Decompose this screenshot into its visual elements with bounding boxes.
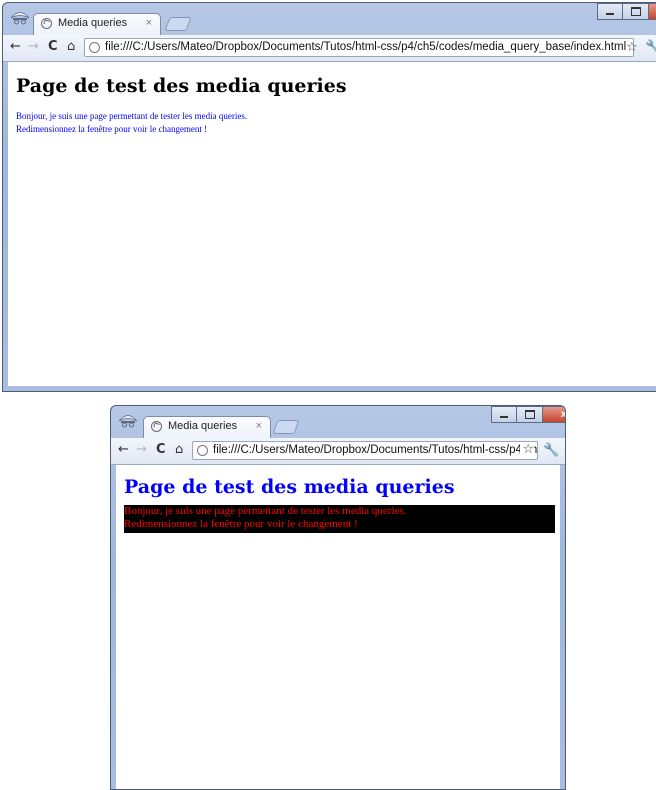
address-bar[interactable]: file:///C:/Users/Mateo/Dropbox/Documents… [84, 38, 634, 57]
paragraph-line: Redimensionnez la fenêtre pour voir le c… [124, 518, 358, 530]
home-icon[interactable]: ⌂ [175, 443, 183, 457]
back-arrow-icon[interactable]: ← [10, 40, 21, 54]
page-favicon-icon [41, 18, 52, 29]
forward-arrow-icon[interactable]: → [28, 40, 39, 54]
forward-arrow-icon[interactable]: → [136, 443, 147, 457]
maximize-button[interactable] [623, 3, 649, 20]
browser-toolbar: ← → C ⌂ file:///C:/Users/Mateo/Dropbox/D… [111, 438, 565, 465]
paragraph-line: Bonjour, je suis une page permettant de … [16, 111, 248, 121]
minimize-icon [500, 416, 508, 418]
new-tab-button[interactable] [272, 420, 300, 434]
incognito-icon [10, 12, 30, 25]
page-favicon-icon [151, 421, 162, 432]
window-controls: x [491, 406, 565, 423]
tab-media-queries[interactable]: Media queries × [143, 416, 271, 438]
tab-title: Media queries [168, 420, 238, 432]
title-bar[interactable]: Media queries × x [111, 406, 565, 438]
reload-icon[interactable]: C [156, 443, 166, 457]
browser-window-large: Media queries × x ← → C ⌂ file:///C:/Use… [2, 2, 656, 392]
close-button[interactable]: x [543, 406, 565, 423]
page-icon [89, 42, 100, 53]
page-heading: Page de test des media queries [124, 476, 455, 498]
new-tab-button[interactable] [164, 17, 192, 31]
page-viewport: Page de test des media queries Bonjour, … [116, 465, 560, 789]
page-paragraph: Bonjour, je suis une page permettant de … [16, 110, 247, 136]
address-bar[interactable]: file:///C:/Users/Mateo/Dropbox/Documents… [192, 441, 538, 460]
maximize-icon [630, 7, 641, 16]
title-bar[interactable]: Media queries × x [3, 3, 656, 35]
maximize-icon [524, 410, 535, 419]
wrench-icon[interactable]: 🔧 [645, 41, 656, 55]
bookmark-star-icon[interactable]: ☆ [626, 41, 638, 55]
incognito-icon [118, 415, 138, 428]
reload-icon[interactable]: C [48, 40, 58, 54]
minimize-button[interactable] [491, 406, 517, 423]
tab-close-icon[interactable]: × [256, 420, 262, 432]
tab-media-queries[interactable]: Media queries × [33, 13, 161, 35]
page-paragraph: Bonjour, je suis une page permettant de … [124, 505, 555, 533]
page-heading: Page de test des media queries [16, 75, 347, 97]
maximize-button[interactable] [517, 406, 543, 423]
browser-window-small: Media queries × x ← → C ⌂ file:///C:/Use… [110, 405, 566, 790]
window-controls: x [597, 3, 656, 20]
bookmark-star-icon[interactable]: ☆ [520, 442, 534, 457]
tab-close-icon[interactable]: × [146, 17, 152, 29]
paragraph-line: Bonjour, je suis une page permettant de … [124, 505, 407, 517]
minimize-button[interactable] [597, 3, 623, 20]
minimize-icon [606, 13, 614, 15]
page-viewport: Page de test des media queries Bonjour, … [8, 62, 656, 386]
paragraph-line: Redimensionnez la fenêtre pour voir le c… [16, 124, 208, 134]
tab-title: Media queries [58, 17, 128, 29]
home-icon[interactable]: ⌂ [67, 40, 75, 54]
page-icon [197, 445, 208, 456]
wrench-icon[interactable]: 🔧 [543, 444, 559, 458]
browser-toolbar: ← → C ⌂ file:///C:/Users/Mateo/Dropbox/D… [3, 35, 656, 62]
back-arrow-icon[interactable]: ← [118, 443, 129, 457]
url-text[interactable]: file:///C:/Users/Mateo/Dropbox/Documents… [105, 41, 626, 53]
url-text[interactable]: file:///C:/Users/Mateo/Dropbox/Documents… [213, 444, 537, 456]
close-button[interactable]: x [649, 3, 656, 20]
